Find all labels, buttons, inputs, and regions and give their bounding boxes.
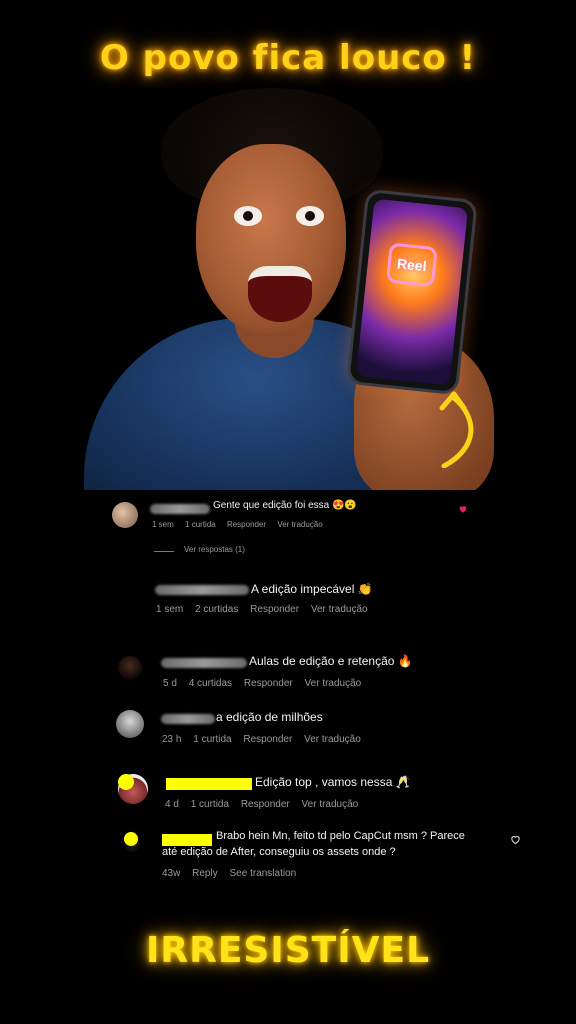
translate-link[interactable]: See translation	[230, 868, 297, 879]
avatar[interactable]	[113, 584, 139, 610]
translate-link[interactable]: Ver tradução	[304, 734, 361, 745]
headline: O povo fica louco !	[99, 38, 477, 78]
comment-text: A edição impecável 👏	[251, 582, 373, 596]
hero-photo: Reel	[84, 88, 504, 490]
comment-time: 1 sem	[156, 604, 184, 615]
avatar-highlight	[118, 774, 134, 790]
username-blurred[interactable]	[161, 714, 215, 724]
comment-item: Edição top , vamos nessa 🥂 4 d 1 curtida…	[0, 766, 576, 816]
view-replies-link[interactable]: Ver respostas (1)	[184, 545, 245, 554]
username-highlighted[interactable]	[166, 778, 252, 790]
comment-meta: 43w Reply See translation	[162, 868, 305, 879]
comment-time: 43w	[162, 868, 181, 879]
reply-button[interactable]: Responder	[250, 604, 299, 615]
phone-reel-logo: Reel	[385, 242, 438, 288]
comment-text: a edição de milhões	[216, 710, 323, 724]
comment-meta: 1 sem 1 curtida Responder Ver tradução	[152, 520, 332, 529]
reply-button[interactable]: Responder	[243, 734, 292, 745]
translate-link[interactable]: Ver tradução	[305, 678, 362, 689]
translate-link[interactable]: Ver tradução	[311, 604, 368, 615]
comment-item: Aulas de edição e retenção 🔥 5 d 4 curti…	[0, 644, 576, 694]
person-mouth	[248, 266, 312, 322]
comment-likes[interactable]: 1 curtida	[193, 734, 231, 745]
comment-item: A edição impecável 👏 1 sem 2 curtidas Re…	[0, 570, 576, 620]
comment-likes[interactable]: 4 curtidas	[189, 678, 232, 689]
comment-time: 1 sem	[152, 520, 174, 529]
phone: Reel	[346, 188, 478, 396]
comment-likes[interactable]: 1 curtida	[191, 799, 229, 810]
translate-link[interactable]: Ver tradução	[302, 799, 359, 810]
avatar[interactable]	[116, 710, 144, 738]
comment-text: Gente que edição foi essa 😍😮	[213, 500, 357, 511]
replies-divider	[154, 551, 174, 552]
avatar[interactable]	[118, 656, 142, 680]
person-eye-right	[296, 206, 324, 226]
translate-link[interactable]: Ver tradução	[277, 520, 322, 529]
reply-button[interactable]: Reply	[192, 868, 218, 879]
comment-text: Edição top , vamos nessa 🥂	[255, 775, 411, 789]
comment-text-line1: Brabo hein Mn, feito td pelo CapCut msm …	[216, 830, 465, 842]
comment-item: a edição de milhões 23 h 1 curtida Respo…	[0, 702, 576, 752]
phone-screen	[355, 198, 469, 386]
heart-icon-outline[interactable]	[510, 834, 521, 845]
avatar[interactable]	[112, 502, 138, 528]
curved-arrow-icon	[439, 391, 474, 468]
username-highlighted[interactable]	[162, 834, 212, 846]
reply-button[interactable]: Responder	[244, 678, 293, 689]
comment-time: 5 d	[163, 678, 177, 689]
comment-meta: 5 d 4 curtidas Responder Ver tradução	[163, 678, 370, 689]
comment-likes[interactable]: 2 curtidas	[195, 604, 238, 615]
username-blurred[interactable]	[161, 658, 247, 668]
reply-button[interactable]: Responder	[241, 799, 290, 810]
reply-button[interactable]: Responder	[227, 520, 266, 529]
comment-time: 4 d	[165, 799, 179, 810]
footer-title: IRRESISTÍVEL	[145, 930, 431, 971]
comment-meta: 23 h 1 curtida Responder Ver tradução	[162, 734, 370, 745]
comment-meta: 1 sem 2 curtidas Responder Ver tradução	[156, 604, 377, 615]
comment-meta: 4 d 1 curtida Responder Ver tradução	[165, 799, 367, 810]
comment-text: Aulas de edição e retenção 🔥	[249, 654, 413, 668]
comment-text-line2: até edição de After, conseguiu os assets…	[162, 846, 396, 858]
comment-item: Gente que edição foi essa 😍😮 1 sem 1 cur…	[0, 490, 576, 560]
comment-time: 23 h	[162, 734, 182, 745]
username-blurred[interactable]	[150, 504, 210, 514]
comment-item: Brabo hein Mn, feito td pelo CapCut msm …	[0, 826, 576, 886]
heart-icon-filled[interactable]	[458, 504, 468, 514]
comment-likes[interactable]: 1 curtida	[185, 520, 216, 529]
username-blurred[interactable]	[155, 585, 249, 595]
person-eye-left	[234, 206, 262, 226]
avatar-highlight	[124, 832, 138, 846]
